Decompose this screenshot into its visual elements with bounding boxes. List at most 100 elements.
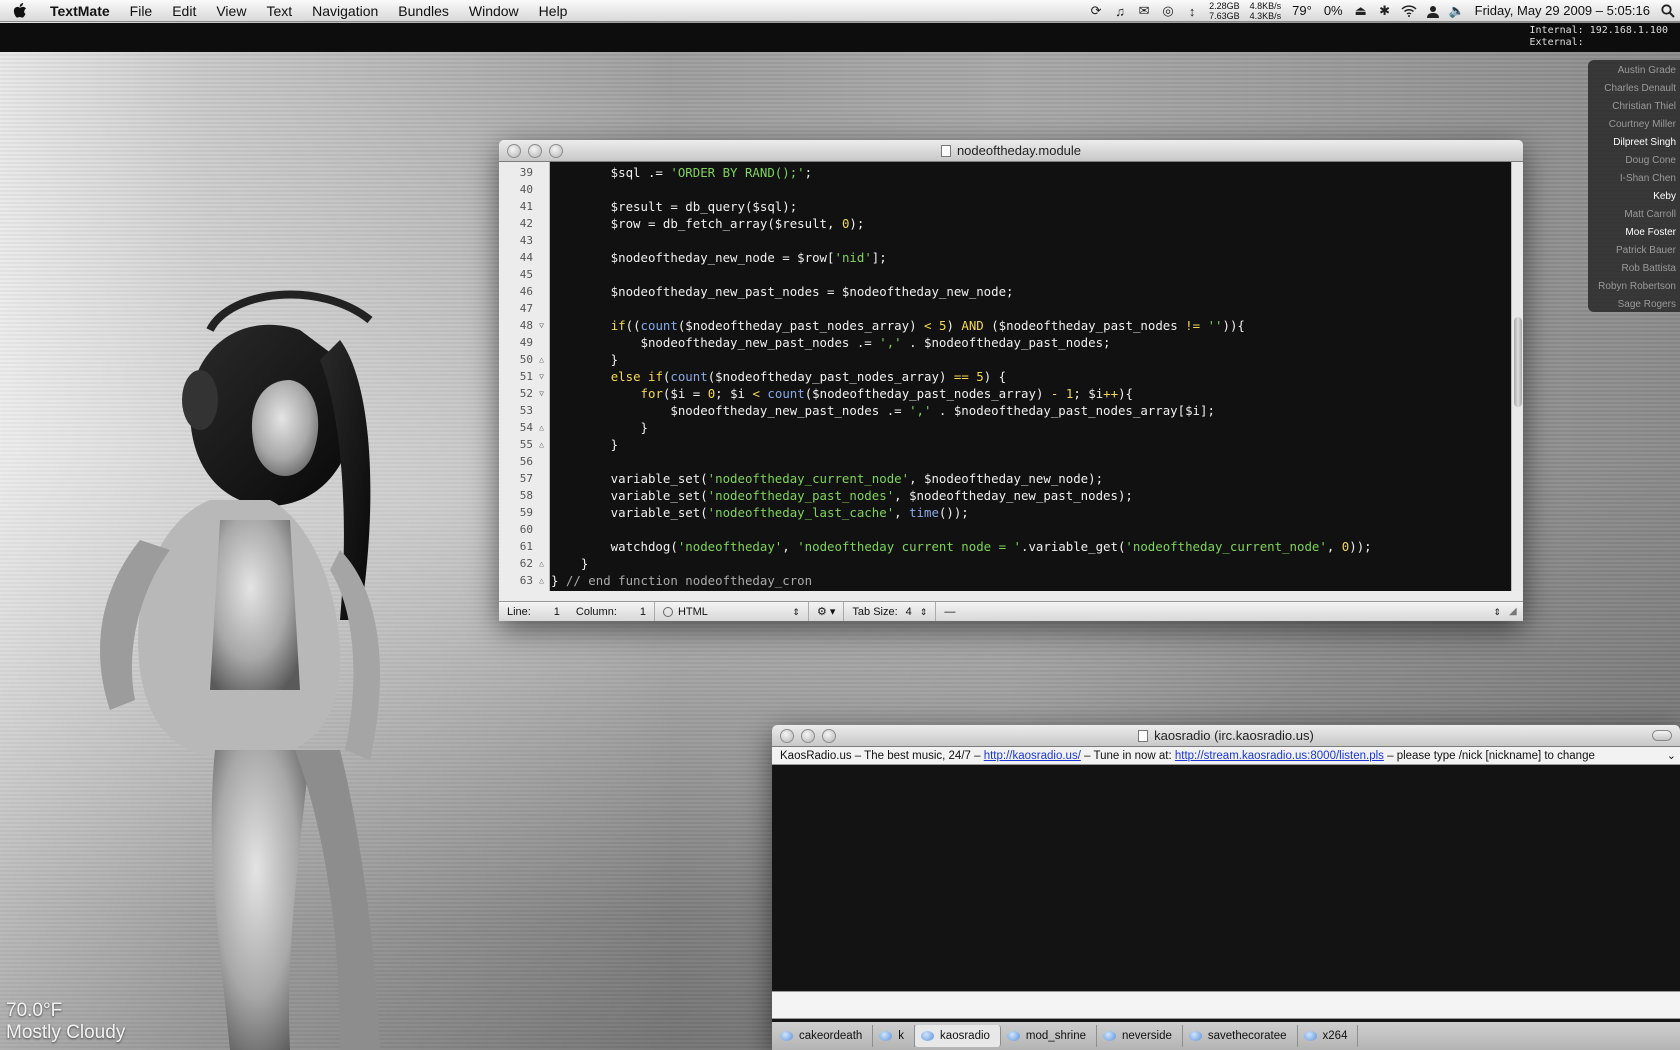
bluetooth-icon[interactable]: ✱ [1373,0,1397,22]
column-value: 1 [639,605,646,618]
channel-tab[interactable]: k [873,1025,916,1047]
resize-grip-icon[interactable]: ◢ [1509,602,1523,622]
menu-bundles[interactable]: Bundles [388,0,459,22]
topic-prefix: KaosRadio.us – The best music, 24/7 – [780,750,984,762]
expand-topic-icon[interactable]: ⌄ [1667,747,1676,764]
line-position: Line: 1 [499,602,568,622]
lifesaver-icon[interactable]: ◎ [1156,0,1180,22]
eject-icon[interactable]: ⏏ [1349,0,1373,22]
menu-edit[interactable]: Edit [162,0,206,22]
buddy-list-item[interactable]: Dilpreet Singh [1588,134,1680,152]
fold-marker-icon[interactable]: △ [537,440,546,449]
buddy-list-item[interactable]: Austin Grade [1588,62,1680,80]
chat-bubble-icon [1006,1031,1020,1041]
buddy-list-item[interactable]: Keby [1588,188,1680,206]
buddy-list-item[interactable]: Patrick Bauer [1588,242,1680,260]
line-number-text: 44 [519,251,533,264]
menu-view[interactable]: View [206,0,256,22]
channel-tab-label: cakeordeath [799,1030,863,1042]
popup-arrows-icon: ⇕ [1493,606,1501,617]
buddy-list-item[interactable]: Sage Rogers [1588,296,1680,314]
topic-link-stream[interactable]: http://stream.kaosradio.us:8000/listen.p… [1175,750,1384,762]
fold-marker-icon[interactable]: ▽ [537,321,546,330]
channel-tab[interactable]: savethecoratee [1183,1025,1298,1047]
clock[interactable]: Friday, May 29 2009 – 5:05:16 [1469,0,1656,22]
symbol-selector[interactable]: — ⇕ [936,602,1509,622]
fold-marker-icon[interactable]: △ [537,423,546,432]
channel-tab[interactable]: neverside [1097,1025,1183,1047]
app-menu[interactable]: TextMate [40,0,120,22]
channel-tab[interactable]: mod_shrine [1001,1025,1098,1047]
fold-marker-icon[interactable]: △ [537,355,546,364]
channel-tab-label: kaosradio [940,1030,990,1042]
line-number: 43 [499,232,550,249]
menu-help[interactable]: Help [529,0,578,22]
sync-icon[interactable]: ⟳ [1084,0,1108,22]
menu-text[interactable]: Text [256,0,302,22]
volume-icon[interactable]: 🔈 [1445,0,1469,22]
menu-window[interactable]: Window [459,0,529,22]
line-number: 48 ▽ [499,317,550,334]
topic-middle: – Tune in now at: [1080,750,1175,762]
line-number-text: 55 [519,438,533,451]
line-number: 52 ▽ [499,385,550,402]
disk-arrows-icon: ↕ [1188,3,1196,19]
buddy-list-item[interactable]: Courtney Miller [1588,116,1680,134]
language-selector[interactable]: HTML ⇕ [655,601,809,621]
channel-tab[interactable]: cakeordeath [774,1025,874,1047]
buddy-list-item[interactable]: Robyn Robertson [1588,278,1680,296]
code-editor[interactable]: 39 40 41 42 43 44 45 46 47 48 ▽ 49 50 △ 51 ▽ 52 ▽ 53 54 △ 55 △… [499,162,1511,591]
buddy-list-item[interactable]: Matt Carroll [1588,206,1680,224]
code-line: variable_set('nodeoftheday_current_node'… [551,471,1104,486]
topic-link-site[interactable]: http://kaosradio.us/ [984,750,1081,762]
fold-marker-icon[interactable]: ▽ [537,389,546,398]
menu-file[interactable]: File [120,0,163,22]
music-icon[interactable]: ♫ [1108,0,1132,22]
weather-condition: Mostly Cloudy [6,1022,126,1043]
apple-menu-icon[interactable] [0,0,40,22]
chat-bubble-icon [921,1031,935,1041]
line-number: 39 [499,164,550,181]
scrollbar-thumb[interactable] [1514,317,1522,407]
vertical-scrollbar[interactable] [1511,162,1523,591]
channel-tab[interactable]: x264 [1298,1025,1359,1047]
menu-bar: TextMate File Edit View Text Navigation … [0,0,1680,22]
buddy-list-item[interactable]: I-Shan Chen [1588,170,1680,188]
line-number: 54 △ [499,419,550,436]
line-number-text: 51 [519,370,533,383]
buddy-list-item[interactable]: Doug Cone [1588,152,1680,170]
line-number: 44 [499,249,550,266]
textmate-statusbar: Line: 1 Column: 1 HTML ⇕ ⚙ ▾ Tab Size: 4… [499,601,1523,621]
wifi-icon[interactable] [1397,0,1421,22]
user-icon[interactable] [1421,0,1445,22]
chat-log[interactable] [772,765,1680,990]
code-line: variable_set('nodeoftheday_past_nodes', … [551,488,1133,503]
code-area[interactable]: $sql .= 'ORDER BY RAND();'; $result = db… [551,162,1511,591]
fold-marker-icon[interactable]: △ [537,559,546,568]
irc-titlebar[interactable]: kaosradio (irc.kaosradio.us) [772,725,1680,747]
code-line: } // end function nodeoftheday_cron [551,573,813,588]
line-number-text: 41 [519,200,533,213]
menu-navigation[interactable]: Navigation [302,0,388,22]
toolbar-toggle-button[interactable] [1652,730,1672,741]
fold-marker-icon[interactable]: △ [537,576,546,585]
tab-size-label: Tab Size: [852,605,898,618]
line-number: 62 △ [499,555,550,572]
mail-icon[interactable]: ✉ [1132,0,1156,22]
textmate-titlebar[interactable]: nodeoftheday.module [499,140,1523,162]
line-number-text: 45 [519,268,533,281]
gear-menu[interactable]: ⚙ ▾ [809,601,845,621]
message-input[interactable] [772,991,1680,1019]
document-icon [940,145,951,157]
disk-free: 7.63GB [1209,11,1240,21]
code-line: $nodeoftheday_new_past_nodes .= ',' . $n… [551,403,1215,418]
line-number-text: 60 [519,523,533,536]
buddy-list-item[interactable]: Christian Thiel [1588,98,1680,116]
buddy-list-item[interactable]: Rob Battista [1588,260,1680,278]
channel-tab[interactable]: kaosradio [915,1025,1001,1047]
buddy-list-item[interactable]: Charles Denault [1588,80,1680,98]
tab-size-selector[interactable]: Tab Size: 4 ⇕ [844,601,937,621]
buddy-list-item[interactable]: Moe Foster [1588,224,1680,242]
spotlight-search-icon[interactable] [1656,0,1680,22]
fold-marker-icon[interactable]: ▽ [537,372,546,381]
